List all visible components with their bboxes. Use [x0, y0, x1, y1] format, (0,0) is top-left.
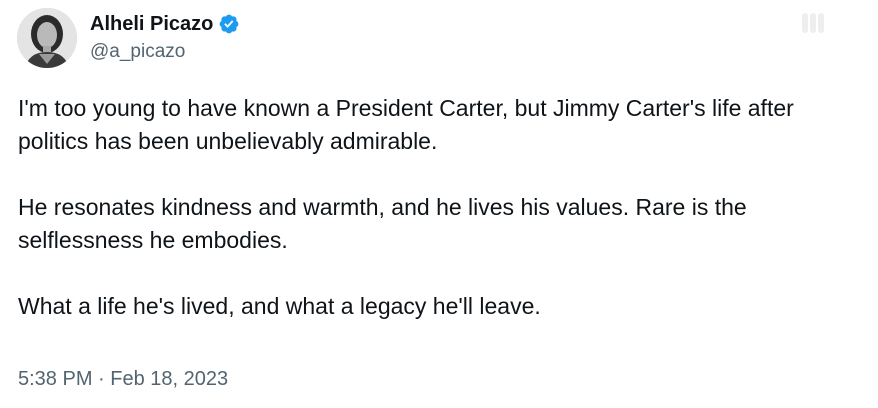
avatar-photo	[17, 8, 77, 68]
more-options-icon[interactable]	[800, 10, 826, 36]
tweet-timestamp[interactable]: 5:38 PM · Feb 18, 2023	[18, 366, 228, 392]
tweet-paragraph: He resonates kindness and warmth, and he…	[18, 194, 754, 253]
tweet-paragraph: What a life he's lived, and what a legac…	[18, 293, 541, 319]
author-handle[interactable]: @a_picazo	[90, 40, 185, 64]
verified-badge-icon[interactable]	[218, 13, 240, 35]
author-name-row: Alheli Picazo	[90, 10, 240, 38]
author-display-name[interactable]: Alheli Picazo	[90, 10, 213, 38]
tweet-card: Alheli Picazo @a_picazo I'm too young to…	[0, 0, 878, 408]
avatar[interactable]	[17, 8, 77, 68]
tweet-text: I'm too young to have known a President …	[18, 92, 858, 323]
tweet-paragraph: I'm too young to have known a President …	[18, 95, 801, 154]
